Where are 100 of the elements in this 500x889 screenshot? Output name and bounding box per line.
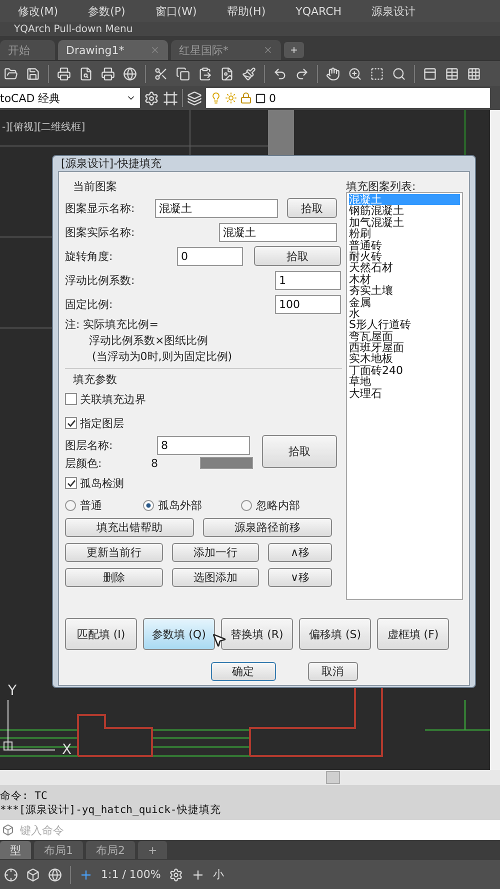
printer-icon[interactable] [57,66,71,80]
save-icon[interactable] [26,66,40,80]
preview-icon[interactable] [79,66,93,80]
plus-icon[interactable] [79,868,93,882]
mode-button[interactable]: 匹配填 (I) [65,618,137,650]
field-label: 图层名称: [65,438,114,452]
action-button[interactable]: 源泉路径前移 [203,518,332,537]
action-button[interactable]: 添加一行 [172,543,259,562]
text-field[interactable]: 0 [177,246,243,266]
list-item[interactable]: 弯瓦屋面 [349,330,460,342]
checkbox[interactable]: 孤岛检测 [65,471,124,495]
action-button[interactable]: 填充出错帮助 [65,518,194,537]
list-item[interactable]: 钢筋混凝土 [349,205,460,217]
hand-icon[interactable] [326,66,340,80]
menu-item[interactable]: 帮助(H) [226,4,266,18]
checkbox[interactable]: 指定图层 [65,411,124,435]
list-item[interactable]: 金属 [349,296,460,308]
plus-icon[interactable] [190,868,205,882]
list-item[interactable]: 丁面砖240 [349,364,460,376]
list-item[interactable]: 粉刷 [349,228,460,240]
pick-button[interactable]: 拾取 [262,435,337,468]
text-field[interactable]: 100 [275,294,341,314]
text-field[interactable]: 混凝土 [155,198,278,218]
file-tab[interactable]: Drawing1* [58,40,168,60]
list-item[interactable]: 普通砖 [349,240,460,251]
field-label: 旋转角度: [65,248,114,264]
pick-button[interactable]: 拾取 [254,246,341,266]
paste-icon[interactable] [198,66,212,80]
settings-icon[interactable] [144,90,159,106]
action-button[interactable]: 删除 [65,568,163,587]
list-item[interactable]: 实木地板 [349,353,460,365]
plot-icon[interactable] [101,66,115,80]
table-icon[interactable] [445,66,459,80]
text-field[interactable]: 1 [275,270,341,290]
menu-item[interactable]: 参数(P) [88,4,126,18]
copy-icon[interactable] [176,66,190,80]
crosshair-icon[interactable] [4,868,18,882]
redo-icon[interactable] [295,66,309,80]
layout-tab[interactable]: 布局2 [86,841,135,859]
menu-item[interactable]: 修改(M) [18,4,58,18]
image-icon[interactable] [220,66,234,80]
checkbox[interactable]: 关联填充边界 [65,387,146,411]
horizontal-scrollbar[interactable] [0,770,500,785]
layer-dropdown[interactable]: 0 [206,88,490,108]
menu-item[interactable]: YQARCH [296,4,342,18]
action-button[interactable]: ∧移 [268,543,332,562]
mode-button[interactable]: 参数填 (Q) [143,618,215,650]
check-icon [66,418,76,428]
new-layout-button[interactable]: + [138,841,168,859]
brush-icon[interactable] [242,66,256,80]
globe-icon[interactable] [123,66,137,80]
undo-icon[interactable] [273,66,287,80]
list-item[interactable]: 西班牙屋面 [349,342,460,354]
new-tab-button[interactable]: + [284,42,304,58]
list-item[interactable]: 加气混凝土 [349,216,460,228]
radio-option[interactable]: 忽略内部 [241,498,331,512]
list-item[interactable]: 水 [349,308,460,320]
close-icon[interactable] [263,45,273,55]
cursor-icon [211,632,227,648]
list-item[interactable]: S形人行道砖 [349,319,460,331]
panel-icon[interactable] [423,66,437,80]
settings-icon[interactable] [168,868,183,882]
scale-readout[interactable]: 1:1 / 100% [101,868,161,881]
dialog-button[interactable]: 取消 [308,662,358,681]
menu-item[interactable]: 源泉设计 [372,4,416,18]
action-button[interactable]: 更新当前行 [65,543,163,562]
grid-icon[interactable] [467,66,481,80]
text-field[interactable]: 混凝土 [219,222,337,242]
list-item[interactable]: 草地 [349,376,460,388]
mode-button[interactable]: 偏移填 (S) [299,618,371,650]
action-button[interactable]: ∨移 [268,568,332,587]
zoom-icon[interactable] [348,66,362,80]
window-zoom-icon[interactable] [370,66,384,80]
radio-option[interactable]: 普通 [65,498,143,512]
list-item[interactable]: 天然石材 [349,262,460,274]
workspace-dropdown[interactable]: toCAD 经典 [0,88,140,108]
search-icon[interactable] [392,66,406,80]
square-icon[interactable] [255,92,266,104]
action-button[interactable]: 选图添加 [172,568,259,587]
menu-item[interactable]: 窗口(W) [155,4,197,18]
scissors-icon[interactable] [154,66,168,80]
dialog-button[interactable]: 确定 [210,662,276,681]
viewport-label[interactable]: -][俯视][二维线框] [2,120,86,134]
list-item[interactable]: 夯实土壤 [349,285,460,297]
pick-button[interactable]: 拾取 [287,198,337,218]
mode-button[interactable]: 虚框填 (F) [377,618,449,650]
radio-option[interactable]: 孤岛外部 [143,498,241,512]
layout-tab[interactable]: 布局1 [34,841,83,859]
list-item[interactable]: 大理石 [349,388,460,400]
group-heading: 填充参数 [72,372,118,387]
text-field[interactable]: 8 [157,436,250,454]
list-item[interactable]: 木材 [349,274,460,286]
mode-button[interactable]: 替换填 (R) [221,618,293,650]
cube-icon[interactable] [2,824,14,836]
folder-icon[interactable] [4,66,18,80]
layers-icon[interactable] [187,90,202,106]
globe-icon[interactable] [48,868,62,882]
field-label: 图案实际名称: [65,224,136,240]
list-item[interactable]: 耐火砖 [349,250,460,262]
layout-tab[interactable]: 型 [0,841,31,859]
